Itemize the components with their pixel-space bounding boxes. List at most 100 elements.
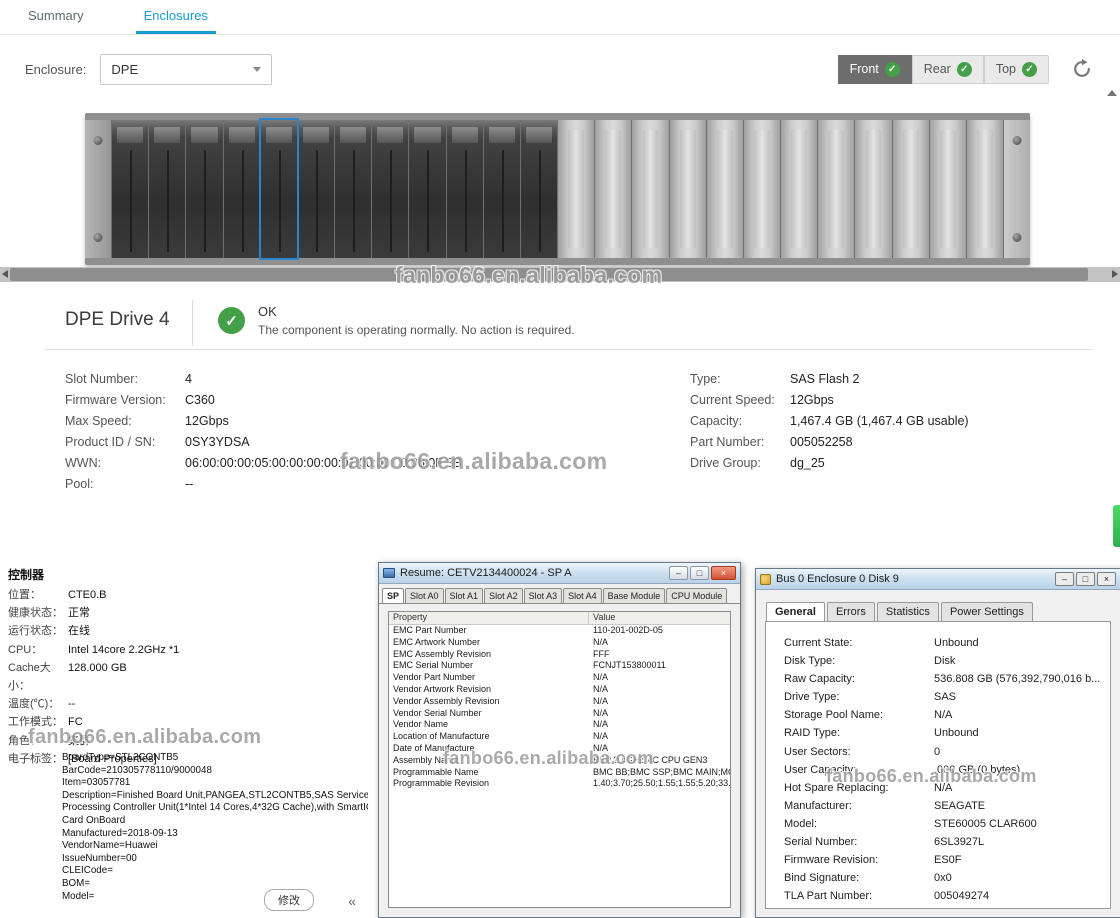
disk-property-value: N/A bbox=[934, 779, 952, 797]
property-row: Type: SAS Flash 2 bbox=[690, 368, 969, 389]
table-row[interactable]: Programmable Name BMC BB;BMC SSP;BMC MAI… bbox=[389, 767, 730, 779]
drive-slot[interactable] bbox=[558, 120, 594, 258]
drive-slot[interactable] bbox=[707, 120, 743, 258]
view-button[interactable]: Front bbox=[838, 55, 912, 84]
drive-slot[interactable] bbox=[632, 120, 668, 258]
table-row[interactable]: EMC Serial Number FCNJT153800011 bbox=[389, 660, 730, 672]
table-cell-property: Vendor Serial Number bbox=[389, 708, 589, 720]
property-value: 06:00:00:00:05:00:00:00:00:01:00:00:00:0… bbox=[185, 456, 462, 470]
disk-property-row: Serial Number: 6SL3927L bbox=[766, 833, 1110, 851]
board-property-line: Manufactured=2018-09-13 bbox=[62, 828, 368, 841]
horizontal-scrollbar[interactable] bbox=[0, 267, 1120, 282]
table-row[interactable]: Vendor Serial Number N/A bbox=[389, 708, 730, 720]
status-label: OK bbox=[258, 304, 277, 319]
table-row[interactable]: EMC Artwork Number N/A bbox=[389, 637, 730, 649]
table-row[interactable]: Vendor Name N/A bbox=[389, 719, 730, 731]
divider bbox=[192, 300, 193, 346]
drive-slot[interactable] bbox=[112, 120, 148, 258]
table-row[interactable]: Location of Manufacture N/A bbox=[389, 731, 730, 743]
drive-slot[interactable] bbox=[967, 120, 1003, 258]
resume-tab[interactable]: Slot A3 bbox=[524, 588, 563, 603]
table-row[interactable]: Date of Manufacture N/A bbox=[389, 743, 730, 755]
table-row[interactable]: Vendor Artwork Revision N/A bbox=[389, 684, 730, 696]
check-icon bbox=[1022, 62, 1037, 77]
nav-tab[interactable]: Enclosures bbox=[136, 0, 216, 34]
drive-slot[interactable] bbox=[335, 120, 371, 258]
drive-slot[interactable] bbox=[930, 120, 966, 258]
view-button[interactable]: Top bbox=[984, 55, 1049, 84]
disk-tab[interactable]: Power Settings bbox=[941, 602, 1033, 621]
scrollbar-thumb[interactable] bbox=[10, 268, 1088, 281]
property-row: Drive Group: dg_25 bbox=[690, 452, 969, 473]
refresh-icon[interactable] bbox=[1069, 56, 1095, 82]
disk-properties: Current State: Unbound Disk Type: Disk R… bbox=[765, 621, 1111, 909]
scroll-right-arrow[interactable] bbox=[1112, 270, 1118, 278]
minimize-button[interactable]: – bbox=[1055, 572, 1074, 586]
close-button[interactable]: × bbox=[1097, 572, 1116, 586]
drive-slot[interactable] bbox=[484, 120, 520, 258]
table-row[interactable]: Vendor Assembly Revision N/A bbox=[389, 696, 730, 708]
table-row[interactable]: Programmable Revision 1.40;3.70;25.50;1.… bbox=[389, 778, 730, 790]
table-cell-value: BSP 2.4GHZ 4C CPU GEN3 bbox=[589, 755, 730, 767]
enclosure-select[interactable]: DPE bbox=[100, 54, 272, 85]
table-cell-value: N/A bbox=[589, 637, 730, 649]
table-row[interactable]: Assembly Name BSP 2.4GHZ 4C CPU GEN3 bbox=[389, 755, 730, 767]
disk-property-value: Unbound bbox=[934, 634, 979, 652]
drive-slot[interactable] bbox=[521, 120, 557, 258]
drive-slot[interactable] bbox=[595, 120, 631, 258]
drive-slot[interactable] bbox=[149, 120, 185, 258]
resume-tab[interactable]: Base Module bbox=[603, 588, 666, 603]
table-cell-value: 110-201-002D-05 bbox=[589, 625, 730, 637]
drive-slot[interactable] bbox=[893, 120, 929, 258]
resume-tab[interactable]: SP bbox=[382, 588, 404, 603]
controller-property-label: CPU： bbox=[8, 641, 68, 659]
drive-slot[interactable] bbox=[744, 120, 780, 258]
drive-slot[interactable] bbox=[781, 120, 817, 258]
scroll-up-arrow[interactable] bbox=[1107, 90, 1117, 96]
drive-slot[interactable] bbox=[855, 120, 891, 258]
view-button[interactable]: Rear bbox=[912, 55, 984, 84]
table-row[interactable]: Vendor Part Number N/A bbox=[389, 672, 730, 684]
drive-slot[interactable] bbox=[298, 120, 334, 258]
nav-tab[interactable]: Summary bbox=[20, 0, 92, 34]
disk-tab[interactable]: General bbox=[766, 602, 825, 621]
disk-property-row: Bind Signature: 0x0 bbox=[766, 869, 1110, 887]
modify-button[interactable]: 修改 bbox=[264, 889, 314, 911]
controller-property-label: 工作模式： bbox=[8, 713, 68, 731]
drive-slot[interactable] bbox=[409, 120, 445, 258]
close-button[interactable]: × bbox=[711, 566, 736, 580]
drive-slot[interactable] bbox=[818, 120, 854, 258]
disk-property-label: Serial Number: bbox=[784, 833, 934, 851]
board-property-line: IssueNumber=00 bbox=[62, 853, 368, 866]
maximize-button[interactable]: □ bbox=[1076, 572, 1095, 586]
drive-slot[interactable] bbox=[186, 120, 222, 258]
drive-slot[interactable] bbox=[670, 120, 706, 258]
disk-tab[interactable]: Errors bbox=[827, 602, 875, 621]
controller-property-label: 角色： bbox=[8, 732, 68, 750]
drive-slot[interactable] bbox=[447, 120, 483, 258]
resume-window-titlebar[interactable]: Resume: CETV2134400024 - SP A – □ × bbox=[379, 563, 740, 584]
drive-slot[interactable] bbox=[261, 120, 297, 258]
drive-slot[interactable] bbox=[372, 120, 408, 258]
controller-property-value: 128.000 GB bbox=[68, 659, 127, 695]
resume-tab[interactable]: Slot A4 bbox=[563, 588, 602, 603]
disk-tab[interactable]: Statistics bbox=[877, 602, 939, 621]
scroll-left-arrow[interactable] bbox=[2, 270, 8, 278]
controller-property-row: 健康状态： 正常 bbox=[8, 604, 368, 622]
maximize-button[interactable]: □ bbox=[690, 566, 709, 580]
resume-table-body: EMC Part Number 110-201-002D-05 EMC Artw… bbox=[389, 625, 730, 790]
disk-window-titlebar[interactable]: Bus 0 Enclosure 0 Disk 9 – □ × bbox=[756, 569, 1120, 590]
resume-tab[interactable]: Slot A1 bbox=[445, 588, 484, 603]
property-row: Firmware Version: C360 bbox=[65, 389, 462, 410]
collapse-icon[interactable]: « bbox=[348, 893, 356, 909]
drive-slot[interactable] bbox=[224, 120, 260, 258]
table-row[interactable]: EMC Part Number 110-201-002D-05 bbox=[389, 625, 730, 637]
resume-tab[interactable]: CPU Module bbox=[666, 588, 727, 603]
enclosure-select-value: DPE bbox=[111, 62, 138, 77]
disk-property-row: Drive Type: SAS bbox=[766, 688, 1110, 706]
resume-tab[interactable]: Slot A2 bbox=[484, 588, 523, 603]
disk-property-label: Raw Capacity: bbox=[784, 670, 934, 688]
table-row[interactable]: EMC Assembly Revision FFF bbox=[389, 649, 730, 661]
minimize-button[interactable]: – bbox=[669, 566, 688, 580]
resume-tab[interactable]: Slot A0 bbox=[405, 588, 444, 603]
